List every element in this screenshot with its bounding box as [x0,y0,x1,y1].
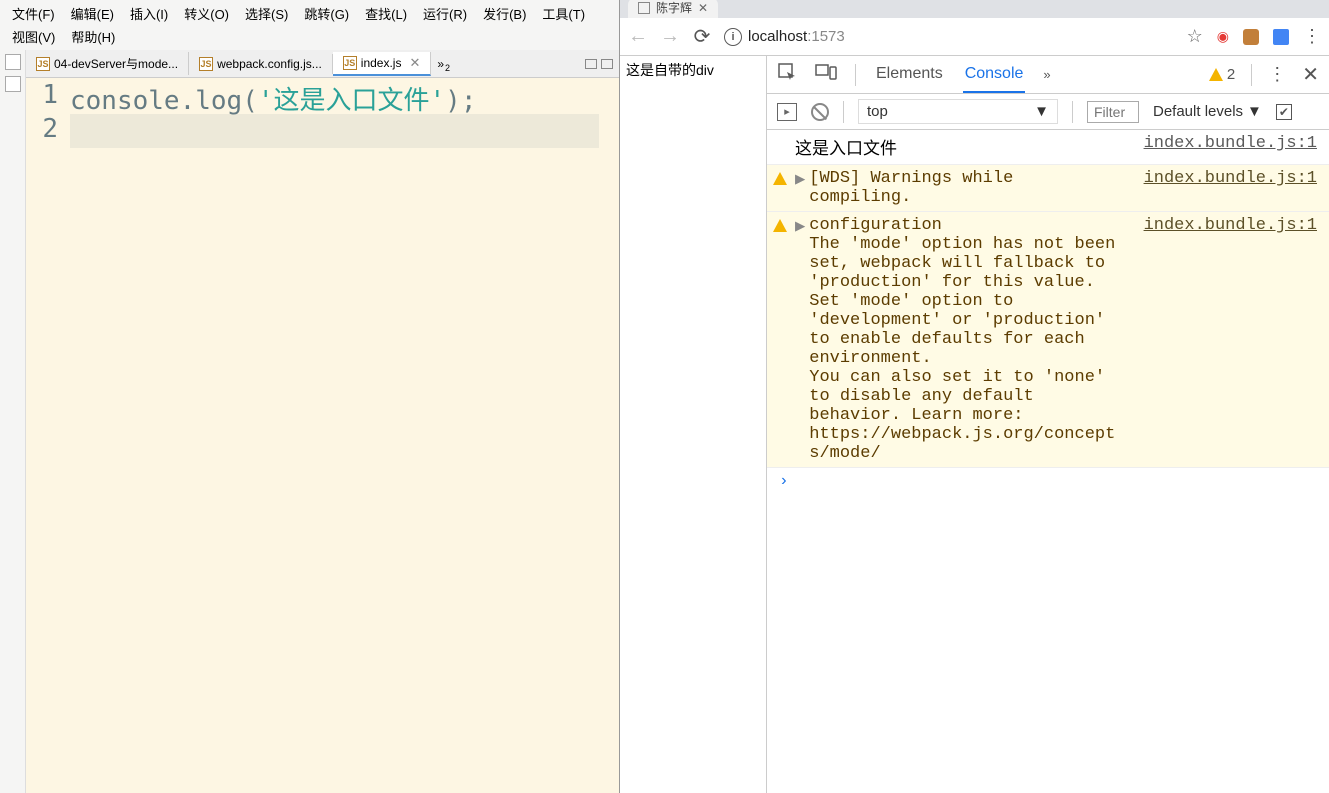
log-levels-select[interactable]: Default levels▼ [1153,103,1262,120]
console-log: 这是入口文件 index.bundle.js:1 ▶ [WDS] Warning… [767,130,1329,793]
menu-escape[interactable]: 转义(O) [176,2,237,25]
location-pin-icon[interactable]: ◉ [1217,28,1229,45]
forward-button[interactable]: → [660,27,680,47]
url-port: :1573 [807,28,845,45]
editor-right-strip [603,78,619,793]
console-toolbar: ▸ top▼ Default levels▼ ✔ [767,94,1329,130]
code-line-current [70,114,599,148]
warning-count[interactable]: 2 [1209,66,1235,83]
sidebar-toggle-icon[interactable]: ▸ [777,103,797,121]
filter-input[interactable] [1087,101,1139,123]
url-host: localhost [748,28,807,45]
menu-tools[interactable]: 工具(T) [534,2,593,25]
ide-window: 文件(F) 编辑(E) 插入(I) 转义(O) 选择(S) 跳转(G) 查找(L… [0,0,620,793]
log-entry-warning: ▶ [WDS] Warnings while compiling. index.… [767,165,1329,212]
gutter-icon[interactable] [5,76,21,92]
clear-console-icon[interactable] [811,103,829,121]
browser-tab[interactable]: 陈字辉 ✕ [628,0,718,18]
browser-tab-strip: 陈字辉 ✕ [620,0,1329,18]
js-file-icon: JS [36,57,50,71]
warning-icon [773,219,787,232]
menu-find[interactable]: 查找(L) [357,2,415,25]
chevron-down-icon: ▼ [1247,103,1262,120]
js-file-icon: JS [199,57,213,71]
back-button[interactable]: ← [628,27,648,47]
log-source-link[interactable]: index.bundle.js:1 [1124,134,1317,153]
code-line: console.log('这是入口文件'); [70,80,599,114]
log-source-link[interactable]: index.bundle.js:1 [1124,216,1317,235]
log-message: configuration The 'mode' option has not … [809,216,1123,463]
js-file-icon: JS [343,56,357,70]
minimize-editor-icon[interactable] [585,59,597,69]
devtools-close-icon[interactable]: ✕ [1302,62,1319,87]
tab-label: index.js [361,56,402,70]
editor-tabs: JS 04-devServer与mode... JS webpack.confi… [26,50,619,78]
element-picker-icon[interactable] [777,62,797,87]
maximize-editor-icon[interactable] [601,59,613,69]
browser-tab-title: 陈字辉 [656,0,692,16]
chevron-down-icon: ▼ [1034,103,1049,120]
page-content: 这是自带的div [620,56,766,793]
google-translate-icon[interactable] [1273,29,1289,45]
preserve-log-checkbox[interactable]: ✔ [1276,104,1292,120]
url-box[interactable]: i localhost:1573 [724,23,1175,51]
device-toggle-icon[interactable] [815,62,837,87]
devtools: Elements Console » 2 ⋮ ✕ ▸ to [766,56,1329,793]
tab-label: 04-devServer与mode... [54,55,178,72]
devtools-tabs: Elements Console » 2 ⋮ ✕ [767,56,1329,94]
expand-arrow-icon[interactable]: ▶ [795,169,805,190]
devtools-menu-icon[interactable]: ⋮ [1268,64,1286,85]
favicon-icon [638,2,650,14]
code-editor[interactable]: 1 2 console.log('这是入口文件'); [26,78,619,793]
tab-elements[interactable]: Elements [874,57,945,93]
menu-help[interactable]: 帮助(H) [63,25,123,48]
log-message: 这是入口文件 [795,134,1124,160]
expand-arrow-icon[interactable]: ▶ [795,216,805,237]
menu-goto[interactable]: 跳转(G) [296,2,357,25]
extension-shield-icon[interactable] [1243,29,1259,45]
menu-file[interactable]: 文件(F) [4,2,63,25]
tab-label: webpack.config.js... [217,57,322,71]
tab-webpack-config[interactable]: JS webpack.config.js... [189,54,333,74]
warning-icon [773,172,787,185]
tab-overflow[interactable]: » 2 [431,56,450,71]
bookmark-star-icon[interactable]: ☆ [1187,26,1203,47]
close-icon[interactable]: ✕ [698,1,708,15]
log-entry-warning: ▶ configuration The 'mode' option has no… [767,212,1329,468]
browser-window: 陈字辉 ✕ ← → ⟳ i localhost:1573 ☆ ◉ ⋮ 这是自带的… [620,0,1329,793]
page-text: 这是自带的div [626,60,760,80]
warning-icon [1209,68,1223,81]
menu-run[interactable]: 运行(R) [415,2,475,25]
menu-select[interactable]: 选择(S) [237,2,296,25]
menu-edit[interactable]: 编辑(E) [63,2,122,25]
menu-release[interactable]: 发行(B) [475,2,534,25]
reload-button[interactable]: ⟳ [692,27,712,47]
browser-menu-icon[interactable]: ⋮ [1303,26,1321,47]
chevron-double-icon: » [437,57,444,71]
menu-insert[interactable]: 插入(I) [122,2,176,25]
log-source-link[interactable]: index.bundle.js:1 [1124,169,1317,188]
console-prompt[interactable]: › [767,468,1329,494]
menu-view[interactable]: 视图(V) [4,25,63,48]
gutter-icon[interactable] [5,54,21,70]
tab-devserver[interactable]: JS 04-devServer与mode... [26,52,189,75]
address-bar: ← → ⟳ i localhost:1573 ☆ ◉ ⋮ [620,18,1329,56]
doc-link[interactable]: https://webpack.js.org/concepts/mode/ [809,425,1115,463]
line-numbers: 1 2 [26,78,66,793]
menubar: 文件(F) 编辑(E) 插入(I) 转义(O) 选择(S) 跳转(G) 查找(L… [0,0,619,50]
log-entry: 这是入口文件 index.bundle.js:1 [767,130,1329,165]
tab-console[interactable]: Console [963,57,1026,93]
info-icon[interactable]: i [724,28,742,46]
context-select[interactable]: top▼ [858,99,1058,124]
more-tabs-icon[interactable]: » [1043,67,1050,82]
tab-index-js[interactable]: JS index.js ✕ [333,52,432,76]
overflow-count: 2 [445,63,450,73]
log-message: [WDS] Warnings while compiling. [809,169,1123,207]
ide-left-gutter [0,50,26,793]
close-icon[interactable]: ✕ [405,55,420,71]
